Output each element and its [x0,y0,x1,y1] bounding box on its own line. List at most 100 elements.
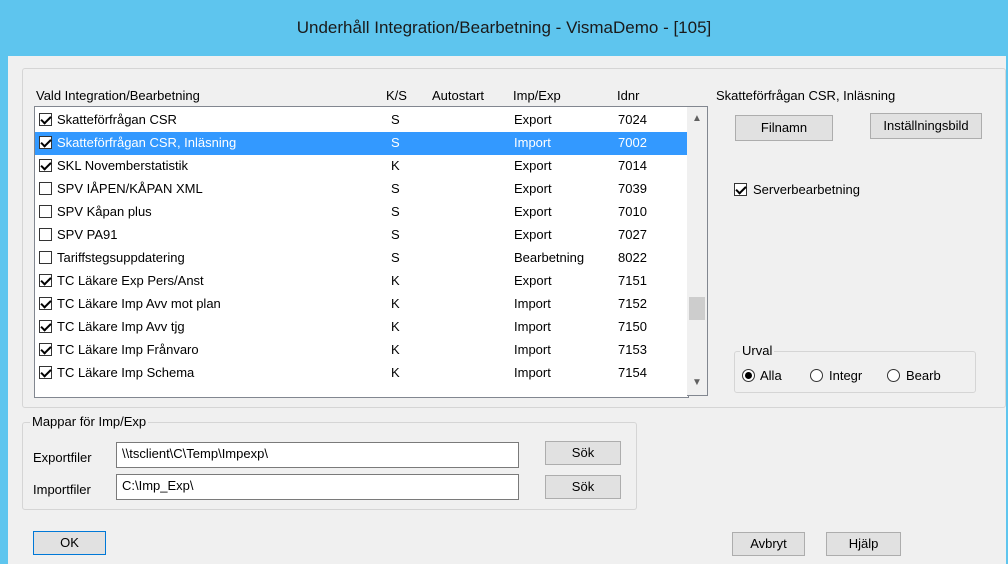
list-item[interactable]: TC Läkare Imp Avv mot plan K Import 7152 [35,293,688,316]
row-ks: S [391,227,400,242]
selected-item-heading: Skatteförfrågan CSR, Inläsning [716,88,896,103]
row-checkbox[interactable] [39,274,52,287]
list-item[interactable]: TC Läkare Exp Pers/Anst K Export 7151 [35,270,688,293]
importfiler-input[interactable]: C:\Imp_Exp\ [116,474,519,500]
row-name: Skatteförfrågan CSR, Inläsning [57,135,237,150]
row-ks: S [391,204,400,219]
row-idnr: 8022 [618,250,647,265]
row-idnr: 7151 [618,273,647,288]
row-name: TC Läkare Imp Frånvaro [57,342,199,357]
filnamn-button[interactable]: Filnamn [735,115,833,141]
window-frame-left [0,56,8,564]
exportfiler-label: Exportfiler [33,450,92,465]
export-sok-button[interactable]: Sök [545,441,621,465]
avbryt-button[interactable]: Avbryt [732,532,805,556]
list-item[interactable]: Skatteförfrågan CSR, Inläsning S Import 700… [35,132,688,155]
row-name: TC Läkare Exp Pers/Anst [57,273,204,288]
row-name: TC Läkare Imp Avv tjg [57,319,185,334]
installningsbild-button[interactable]: Inställningsbild [870,113,982,139]
list-item[interactable]: TC Läkare Imp Avv tjg K Import 7150 [35,316,688,339]
serverbearbetning-label[interactable]: Serverbearbetning [753,182,860,197]
row-checkbox[interactable] [39,113,52,126]
list-item[interactable]: SPV IÅPEN/KÅPAN XML S Export 7039 [35,178,688,201]
row-checkbox[interactable] [39,136,52,149]
row-checkbox[interactable] [39,297,52,310]
row-ks: K [391,296,400,311]
row-idnr: 7150 [618,319,647,334]
row-checkbox[interactable] [39,343,52,356]
window-title: Underhåll Integration/Bearbetning - Vism… [296,18,712,37]
exportfiler-input[interactable]: \\tsclient\C\Temp\Impexp\ [116,442,519,468]
row-ks: S [391,135,400,150]
row-ks: S [391,250,400,265]
row-impexp: Bearbetning [514,250,585,265]
row-impexp: Export [514,158,552,173]
row-checkbox[interactable] [39,251,52,264]
integration-list[interactable]: Skatteförfrågan CSR S Export 7024 Skatteförf… [34,106,689,398]
list-item[interactable]: TC Läkare Imp Schema K Import 7154 [35,362,688,385]
import-sok-button[interactable]: Sök [545,475,621,499]
row-checkbox[interactable] [39,228,52,241]
row-impexp: Export [514,204,552,219]
row-checkbox[interactable] [39,366,52,379]
row-name: TC Läkare Imp Schema [57,365,195,380]
col-header-ks: K/S [386,88,407,103]
row-name: Tariffstegsuppdatering [57,250,185,265]
col-header-autostart: Autostart [432,88,485,103]
ok-button[interactable]: OK [33,531,106,555]
list-scrollbar[interactable]: ▲ ▼ [687,106,708,396]
row-idnr: 7154 [618,365,647,380]
row-impexp: Export [514,112,552,127]
row-ks: K [391,342,400,357]
urval-bearb-label[interactable]: Bearb [906,368,941,383]
row-idnr: 7014 [618,158,647,173]
row-idnr: 7010 [618,204,647,219]
row-name: SPV IÅPEN/KÅPAN XML [57,181,203,196]
row-ks: S [391,112,400,127]
list-item[interactable]: SPV Kåpan plus S Export 7010 [35,201,688,224]
row-idnr: 7152 [618,296,647,311]
scroll-thumb[interactable] [689,297,705,320]
urval-integr-radio[interactable] [810,369,823,382]
importfiler-label: Importfiler [33,482,91,497]
row-ks: K [391,158,400,173]
list-item[interactable]: TC Läkare Imp Frånvaro K Import 7153 [35,339,688,362]
row-name: SKL Novemberstatistik [57,158,189,173]
row-checkbox[interactable] [39,182,52,195]
urval-alla-radio[interactable] [742,369,755,382]
row-checkbox[interactable] [39,320,52,333]
row-impexp: Export [514,227,552,242]
row-idnr: 7039 [618,181,647,196]
row-name: Skatteförfrågan CSR [57,112,177,127]
row-ks: S [391,181,400,196]
title-bar: Underhåll Integration/Bearbetning - Vism… [0,0,1008,56]
col-header-idnr: Idnr [617,88,640,103]
row-checkbox[interactable] [39,159,52,172]
row-name: SPV Kåpan plus [57,204,152,219]
row-ks: K [391,365,400,380]
row-idnr: 7002 [618,135,647,150]
row-impexp: Export [514,273,552,288]
urval-integr-label[interactable]: Integr [829,368,862,383]
row-idnr: 7024 [618,112,647,127]
hjalp-button[interactable]: Hjälp [826,532,901,556]
serverbearbetning-checkbox[interactable] [734,183,747,196]
row-impexp: Import [514,135,551,150]
row-impexp: Import [514,365,551,380]
row-name: SPV PA91 [57,227,118,242]
scroll-down-icon[interactable]: ▼ [687,373,707,393]
row-impexp: Import [514,342,551,357]
row-idnr: 7027 [618,227,647,242]
list-item[interactable]: SKL Novemberstatistik K Export 7014 [35,155,688,178]
col-header-name: Vald Integration/Bearbetning [36,88,200,103]
row-checkbox[interactable] [39,205,52,218]
urval-alla-label[interactable]: Alla [760,368,782,383]
list-item[interactable]: SPV PA91 S Export 7027 [35,224,688,247]
row-impexp: Export [514,181,552,196]
row-impexp: Import [514,296,551,311]
urval-bearb-radio[interactable] [887,369,900,382]
row-name: TC Läkare Imp Avv mot plan [57,296,221,311]
scroll-up-icon[interactable]: ▲ [687,109,707,129]
list-item[interactable]: Skatteförfrågan CSR S Export 7024 [35,109,688,132]
list-item[interactable]: Tariffstegsuppdatering S Bearbetning 8022 [35,247,688,270]
